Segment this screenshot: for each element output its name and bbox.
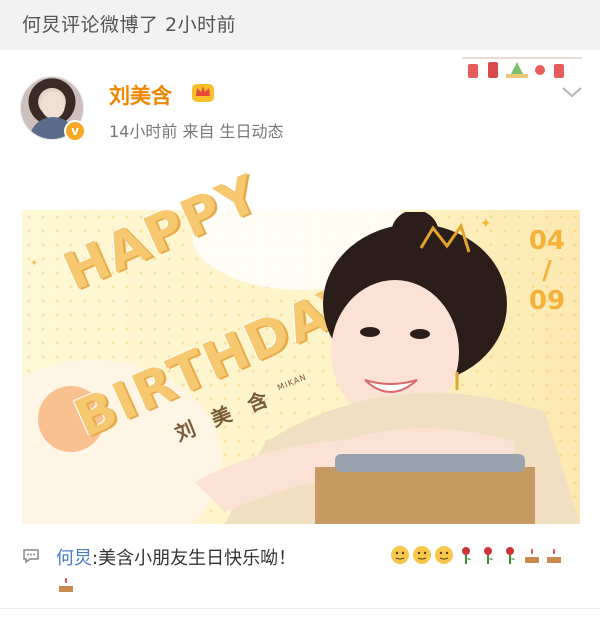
cake-emoji-icon xyxy=(59,578,73,592)
comment-text: :美含小朋友生日快乐呦！ xyxy=(92,548,297,569)
verified-badge-icon: v xyxy=(64,120,86,142)
banner-date-month: 04 xyxy=(528,226,566,256)
rose-emoji-icon xyxy=(506,547,515,564)
banner-date-separator: / xyxy=(542,256,552,286)
comment-icon[interactable] xyxy=(22,548,40,564)
banner-date-day: 09 xyxy=(528,286,566,316)
cake-emoji-icon xyxy=(547,549,561,563)
emoji-row xyxy=(390,545,564,567)
chevron-down-icon[interactable] xyxy=(560,84,584,100)
commenter-name[interactable]: 何炅 xyxy=(56,548,92,569)
banner-date: 04 / 09 xyxy=(528,226,566,376)
star-icon: ✦ xyxy=(30,258,39,269)
notification-bar[interactable]: 何炅评论微博了 2小时前 xyxy=(0,0,600,50)
avatar-face xyxy=(41,91,65,119)
rose-emoji-icon xyxy=(462,547,471,564)
post-meta: 14小时前 来自 生日动态 xyxy=(109,122,284,141)
rose-emoji-icon xyxy=(484,547,493,564)
notification-text: 何炅评论微博了 2小时前 xyxy=(22,14,237,36)
blush-emoji-icon xyxy=(391,546,409,564)
crown-icon xyxy=(192,84,214,102)
cake-emoji-icon xyxy=(525,549,539,563)
person-illustration xyxy=(195,212,580,524)
author-name[interactable]: 刘美含 xyxy=(109,80,172,110)
christmas-decoration-icon xyxy=(462,57,582,78)
divider xyxy=(0,608,600,609)
comment-text-line: 何炅:美含小朋友生日快乐呦！ xyxy=(56,544,296,570)
blush-emoji-icon xyxy=(413,546,431,564)
emoji-row-2 xyxy=(56,574,76,598)
blush-emoji-icon xyxy=(435,546,453,564)
